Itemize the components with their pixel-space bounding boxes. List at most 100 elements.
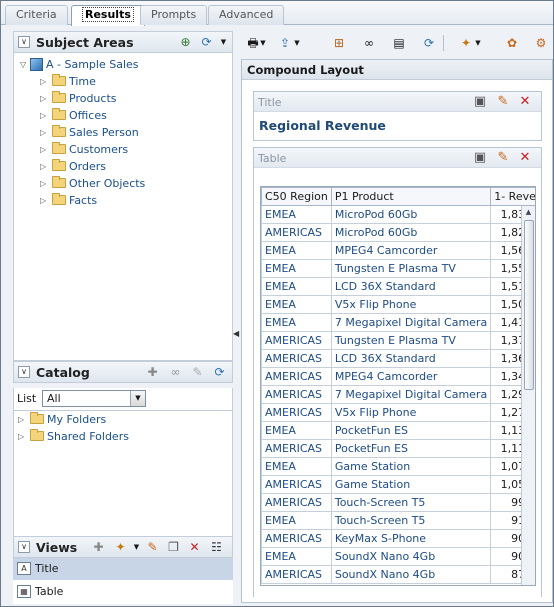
expand-toggle-icon[interactable]: ▷	[40, 192, 50, 209]
product-cell[interactable]: MPEG4 Camcorder	[330, 241, 492, 260]
expand-toggle-icon[interactable]: ▷	[40, 107, 50, 124]
region-cell[interactable]: AMERICAS	[261, 385, 332, 404]
edit-icon[interactable]: ✎	[144, 539, 161, 556]
column-header-region[interactable]: C50 Region	[261, 187, 332, 206]
view-item-title[interactable]: A Title	[13, 558, 233, 580]
product-cell[interactable]: SoundX Nano 4Gb	[330, 547, 492, 566]
chevron-down-icon[interactable]: ▼	[215, 34, 232, 51]
product-cell[interactable]: MicroPod 60Gb	[330, 205, 492, 224]
region-cell[interactable]: EMEA	[261, 241, 332, 260]
column-header-product[interactable]: P1 Product	[330, 187, 492, 206]
region-cell[interactable]: AMERICAS	[261, 331, 332, 350]
delete-icon[interactable]: ✕	[517, 94, 533, 110]
tree-item-products[interactable]: ▷ Products	[40, 90, 117, 107]
tree-item-time[interactable]: ▷ Time	[40, 73, 96, 90]
region-cell[interactable]: AMERICAS	[261, 439, 332, 458]
chevron-down-icon[interactable]: ▼	[473, 34, 483, 52]
product-cell[interactable]: MicroPod 60Gb	[330, 223, 492, 242]
expand-toggle-icon[interactable]: ▷	[40, 175, 50, 192]
product-cell[interactable]: PocketFun ES	[330, 421, 492, 440]
product-cell[interactable]: KeyMax S-Phone	[330, 529, 492, 548]
tree-item-offices[interactable]: ▷ Offices	[40, 107, 107, 124]
region-cell[interactable]: EMEA	[261, 547, 332, 566]
product-cell[interactable]: SoundX Nano 4Gb	[330, 565, 492, 584]
region-cell[interactable]: EMEA	[261, 457, 332, 476]
table-scrollbar[interactable]: ▲	[521, 206, 535, 585]
delete-icon[interactable]: ✕	[517, 150, 533, 166]
region-cell[interactable]: AMERICAS	[261, 223, 332, 242]
region-cell[interactable]: EMEA	[261, 313, 332, 332]
collapse-icon[interactable]: ∨	[18, 366, 30, 378]
tab-results[interactable]: Results	[71, 5, 145, 26]
product-cell[interactable]: Touch-Screen T5	[330, 511, 492, 530]
add-icon[interactable]: ✚	[144, 364, 161, 381]
region-cell[interactable]: AMERICAS	[261, 529, 332, 548]
refresh-icon[interactable]: ⟳	[198, 34, 215, 51]
collapse-icon[interactable]: ∨	[18, 36, 30, 48]
region-cell[interactable]: AMERICAS	[261, 565, 332, 584]
tree-item-sales-person[interactable]: ▷ Sales Person	[40, 124, 139, 141]
column-header-revenue[interactable]: 1- Revenue	[490, 187, 535, 206]
product-cell[interactable]: MPEG4 Camcorder	[330, 367, 492, 386]
delete-icon[interactable]: ✕	[186, 539, 203, 556]
scroll-thumb[interactable]	[524, 220, 534, 390]
collapse-pane-icon[interactable]: ◀	[233, 321, 239, 347]
tree-item-other-objects[interactable]: ▷ Other Objects	[40, 175, 145, 192]
collapse-icon[interactable]: ∨	[18, 541, 30, 553]
add-icon[interactable]: ✚	[90, 539, 107, 556]
edit-icon[interactable]: ✎	[495, 150, 511, 166]
expand-toggle-icon[interactable]: ▷	[40, 90, 50, 107]
region-cell[interactable]: AMERICAS	[261, 493, 332, 512]
region-cell[interactable]: AMERICAS	[261, 349, 332, 368]
product-cell[interactable]: Tungsten E Plasma TV	[330, 259, 492, 278]
region-cell[interactable]: EMEA	[261, 295, 332, 314]
product-cell[interactable]: Tungsten E Plasma TV	[330, 331, 492, 350]
format-container-icon[interactable]: ▣	[472, 94, 488, 110]
region-cell[interactable]: EMEA	[261, 259, 332, 278]
gear-icon[interactable]: ⚙	[531, 34, 551, 52]
tab-criteria[interactable]: Criteria	[5, 5, 68, 25]
tree-item-shared-folders[interactable]: ▷ Shared Folders	[18, 428, 129, 445]
preview-icon[interactable]: ∞	[359, 34, 379, 52]
search-icon[interactable]: ∞	[167, 364, 184, 381]
chevron-down-icon[interactable]: ▼	[292, 34, 302, 52]
properties-icon[interactable]: ☷	[208, 539, 225, 556]
refresh-icon[interactable]: ⟳	[419, 34, 439, 52]
product-cell[interactable]: Touch-Screen T5	[330, 493, 492, 512]
expand-toggle-icon[interactable]: ▷	[40, 124, 50, 141]
product-cell[interactable]: Game Station	[330, 475, 492, 494]
product-cell[interactable]: Game Station	[330, 457, 492, 476]
view-item-table[interactable]: ▦ Table	[13, 581, 233, 603]
refresh-icon[interactable]: ⟳	[211, 364, 228, 381]
chevron-down-icon[interactable]: ▼	[258, 34, 268, 52]
region-cell[interactable]: AMERICAS	[261, 367, 332, 386]
tree-item-root[interactable]: ▽ A - Sample Sales	[20, 56, 139, 73]
expand-toggle-icon[interactable]: ▷	[18, 411, 28, 428]
schedule-icon[interactable]: ⊞	[329, 34, 349, 52]
expand-toggle-icon[interactable]: ▽	[20, 56, 30, 73]
list-select[interactable]: All ▼	[42, 390, 146, 407]
tab-advanced[interactable]: Advanced	[208, 5, 285, 25]
product-cell[interactable]: 7 Megapixel Digital Camera	[330, 313, 492, 332]
format-container-icon[interactable]: ▣	[472, 150, 488, 166]
region-cell[interactable]: EMEA	[261, 277, 332, 296]
tree-item-my-folders[interactable]: ▷ My Folders	[18, 411, 106, 428]
region-cell[interactable]: AMERICAS	[261, 475, 332, 494]
add-subject-area-icon[interactable]: ⊕	[177, 34, 194, 51]
duplicate-icon[interactable]: ❐	[165, 539, 182, 556]
scroll-up-icon[interactable]: ▲	[522, 206, 535, 218]
product-cell[interactable]: 7 Megapixel Digital Camera	[330, 385, 492, 404]
tab-prompts[interactable]: Prompts	[140, 5, 208, 25]
expand-toggle-icon[interactable]: ▷	[40, 73, 50, 90]
edit-icon[interactable]: ✎	[189, 364, 206, 381]
product-cell[interactable]: LCD 36X Standard	[330, 349, 492, 368]
expand-toggle-icon[interactable]: ▷	[40, 141, 50, 158]
product-cell[interactable]: V5x Flip Phone	[330, 295, 492, 314]
print-options-icon[interactable]: ▤	[389, 34, 409, 52]
region-cell[interactable]: EMEA	[261, 421, 332, 440]
region-cell[interactable]: EMEA	[261, 205, 332, 224]
chevron-down-icon[interactable]: ▼	[128, 539, 145, 556]
chevron-down-icon[interactable]: ▼	[130, 391, 145, 406]
region-cell[interactable]: AMERICAS	[261, 403, 332, 422]
settings-icon[interactable]: ✿	[502, 34, 522, 52]
